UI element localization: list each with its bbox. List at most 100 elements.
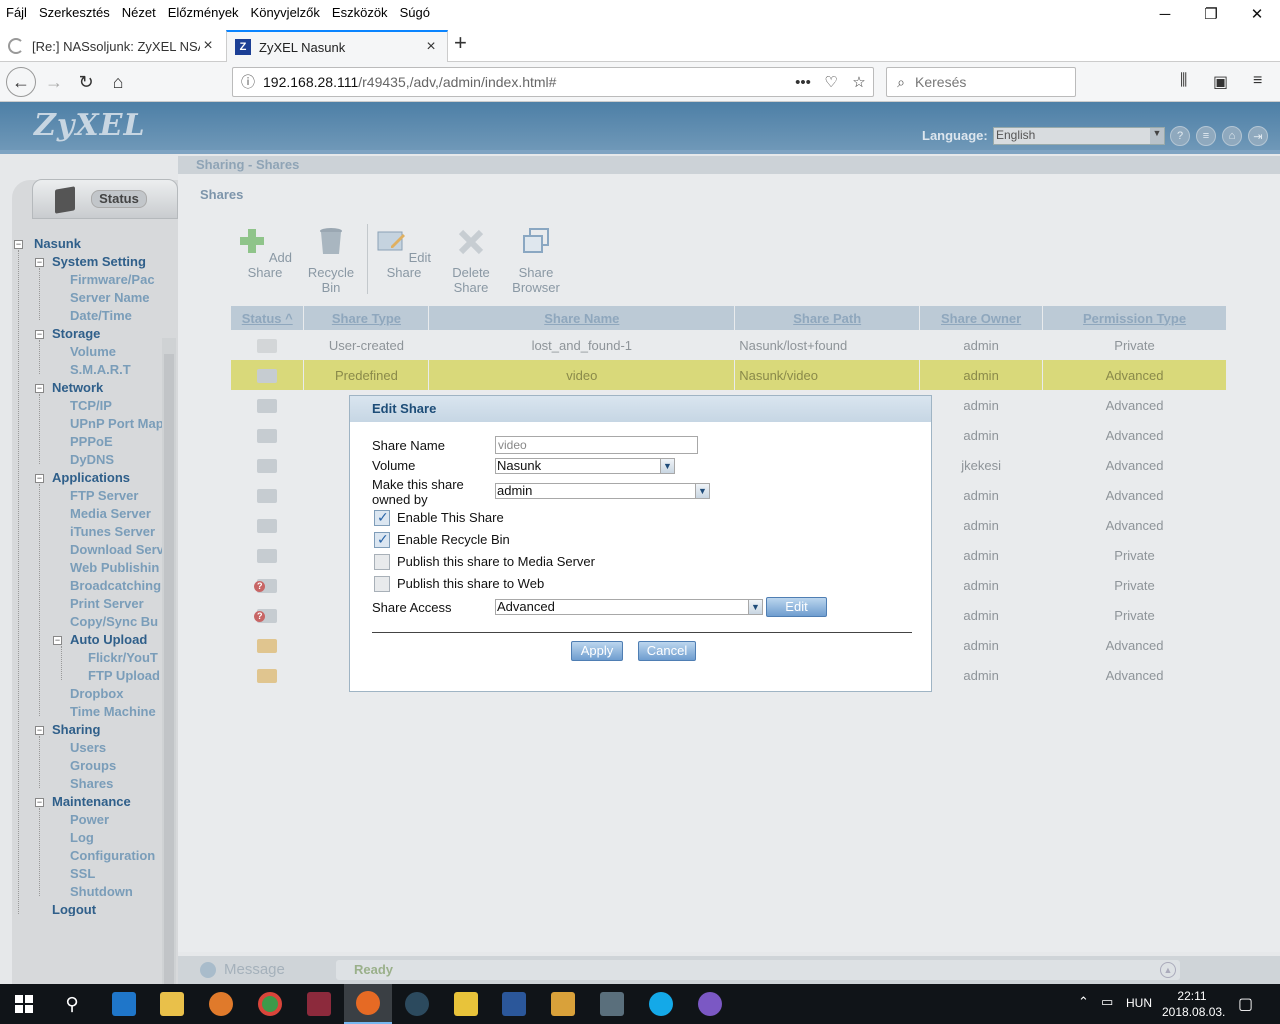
- notifications-icon[interactable]: ▢: [1238, 994, 1253, 1014]
- tree-nasunk[interactable]: Nasunk: [34, 236, 81, 251]
- clock[interactable]: 22:11 2018.08.03.: [1162, 988, 1225, 1020]
- language-select[interactable]: English ▼: [993, 127, 1165, 145]
- tree-time-machine[interactable]: Time Machine: [70, 704, 156, 719]
- tree-pppoe[interactable]: PPPoE: [70, 434, 113, 449]
- tree-ssl[interactable]: SSL: [70, 866, 95, 881]
- input-language[interactable]: HUN: [1126, 996, 1152, 1010]
- collapse-icon[interactable]: −: [35, 726, 44, 735]
- tree-network[interactable]: Network: [52, 380, 103, 395]
- tree-dydns[interactable]: DyDNS: [70, 452, 114, 467]
- search-box[interactable]: ⌕ Keresés: [886, 67, 1076, 97]
- recycle-bin-button[interactable]: Recycle Bin: [306, 226, 356, 295]
- share-name-input[interactable]: [495, 436, 698, 454]
- tree-dropbox[interactable]: Dropbox: [70, 686, 123, 701]
- edit-access-button[interactable]: Edit: [766, 597, 827, 617]
- menu-file[interactable]: Fájl: [0, 5, 33, 20]
- tree-volume[interactable]: Volume: [70, 344, 116, 359]
- sidebar-toggle-icon[interactable]: ▣: [1213, 72, 1228, 92]
- tree-groups[interactable]: Groups: [70, 758, 116, 773]
- collapse-icon[interactable]: −: [53, 636, 62, 645]
- collapse-icon[interactable]: −: [14, 240, 23, 249]
- info-icon[interactable]: ⓘ: [233, 72, 263, 92]
- bookmark-star-icon[interactable]: ☆: [845, 73, 873, 91]
- publish-web-checkbox[interactable]: [374, 576, 390, 592]
- edge-icon[interactable]: [100, 984, 148, 1024]
- table-row[interactable]: Predefined video Nasunk/video admin Advanced: [231, 360, 1227, 390]
- add-share-button[interactable]: Add Share: [234, 226, 296, 280]
- url-bar[interactable]: ⓘ 192.168.28.111/r49435,/adv,/admin/inde…: [232, 67, 874, 97]
- tree-date-time[interactable]: Date/Time: [70, 308, 132, 323]
- viber-icon[interactable]: [686, 984, 734, 1024]
- tree-itunes-server[interactable]: iTunes Server: [70, 524, 155, 539]
- home-page-icon[interactable]: ⌂: [1222, 126, 1242, 146]
- file-explorer-icon[interactable]: [148, 984, 196, 1024]
- tree-ftp-upload[interactable]: FTP Upload: [88, 668, 160, 683]
- skype-icon[interactable]: [637, 984, 685, 1024]
- tab-close-icon[interactable]: ×: [423, 38, 439, 56]
- tree-ftp-server[interactable]: FTP Server: [70, 488, 138, 503]
- volume-select[interactable]: Nasunk ▼: [495, 458, 675, 474]
- back-arrow-icon[interactable]: ←: [6, 67, 36, 97]
- enable-share-checkbox[interactable]: [374, 509, 390, 526]
- menu-help[interactable]: Súgó: [394, 5, 436, 20]
- share-access-select[interactable]: Advanced ▼: [495, 599, 763, 615]
- new-tab-icon[interactable]: +: [454, 30, 467, 56]
- floppy-save-icon[interactable]: [295, 984, 343, 1024]
- scroll-thumb[interactable]: [164, 354, 174, 984]
- collapse-icon[interactable]: −: [35, 258, 44, 267]
- pocket-icon[interactable]: ♡: [817, 73, 845, 91]
- help-icon[interactable]: ?: [1170, 126, 1190, 146]
- firefox-icon[interactable]: [344, 984, 392, 1024]
- tree-storage[interactable]: Storage: [52, 326, 100, 341]
- search-taskbar-icon[interactable]: ⚲: [48, 984, 96, 1024]
- delete-share-button[interactable]: Delete Share: [446, 226, 496, 295]
- start-windows-icon[interactable]: [0, 984, 48, 1024]
- media-app-icon[interactable]: [588, 984, 636, 1024]
- reload-icon[interactable]: ↻: [72, 68, 100, 96]
- menu-edit[interactable]: Szerkesztés: [33, 5, 116, 20]
- tree-broadcatching[interactable]: Broadcatching: [70, 578, 161, 593]
- logout-icon[interactable]: ⇥: [1248, 126, 1268, 146]
- collapse-icon[interactable]: −: [35, 384, 44, 393]
- app-disc-icon[interactable]: [393, 984, 441, 1024]
- sidebar-scrollbar[interactable]: [162, 338, 176, 984]
- expand-up-icon[interactable]: ▲: [1160, 962, 1176, 978]
- tree-auto-upload[interactable]: Auto Upload: [70, 632, 147, 647]
- menu-bookmarks[interactable]: Könyvjelzők: [245, 5, 326, 20]
- owner-select[interactable]: admin ▼: [495, 483, 710, 499]
- menu-view[interactable]: Nézet: [116, 5, 162, 20]
- collapse-icon[interactable]: −: [35, 798, 44, 807]
- url-text[interactable]: 192.168.28.111/r49435,/adv,/admin/index.…: [263, 74, 789, 90]
- tab-forum[interactable]: [Re:] NASsoljunk: ZyXEL NSA-3 ×: [0, 30, 224, 62]
- tree-copy-sync[interactable]: Copy/Sync Bu: [70, 614, 158, 629]
- column-share-type[interactable]: Share Type: [303, 306, 430, 330]
- tree-maintenance[interactable]: Maintenance: [52, 794, 131, 809]
- collapse-icon[interactable]: −: [35, 330, 44, 339]
- maps-pin-icon[interactable]: [197, 984, 245, 1024]
- forward-arrow-icon[interactable]: →: [40, 68, 68, 96]
- column-permission-type[interactable]: Permission Type: [1042, 306, 1227, 330]
- tree-shutdown[interactable]: Shutdown: [70, 884, 133, 899]
- collapse-icon[interactable]: −: [35, 474, 44, 483]
- table-row[interactable]: User-created lost_and_found-1 Nasunk/lost+…: [231, 330, 1227, 360]
- tree-tcpip[interactable]: TCP/IP: [70, 398, 112, 413]
- tree-server-name[interactable]: Server Name: [70, 290, 150, 305]
- tree-print-server[interactable]: Print Server: [70, 596, 144, 611]
- mail-envelope-icon[interactable]: [442, 984, 490, 1024]
- tree-sharing[interactable]: Sharing: [52, 722, 100, 737]
- tree-flickr[interactable]: Flickr/YouT: [88, 650, 158, 665]
- publish-media-checkbox[interactable]: [374, 554, 390, 570]
- tree-configuration[interactable]: Configuration: [70, 848, 155, 863]
- edit-share-button[interactable]: Edit Share: [373, 226, 435, 280]
- tree-system-setting[interactable]: System Setting: [52, 254, 146, 269]
- tree-shares[interactable]: Shares: [70, 776, 113, 791]
- apply-button[interactable]: Apply: [571, 641, 623, 661]
- tree-users[interactable]: Users: [70, 740, 106, 755]
- tree-logout[interactable]: Logout: [52, 902, 96, 916]
- page-actions-icon[interactable]: •••: [789, 74, 817, 91]
- column-share-name[interactable]: Share Name: [428, 306, 736, 330]
- about-icon[interactable]: ≡: [1196, 126, 1216, 146]
- enable-recycle-checkbox[interactable]: [374, 531, 390, 548]
- library-icon[interactable]: ⫼: [1180, 72, 1187, 90]
- tab-zyxel[interactable]: Z ZyXEL Nasunk ×: [226, 30, 448, 62]
